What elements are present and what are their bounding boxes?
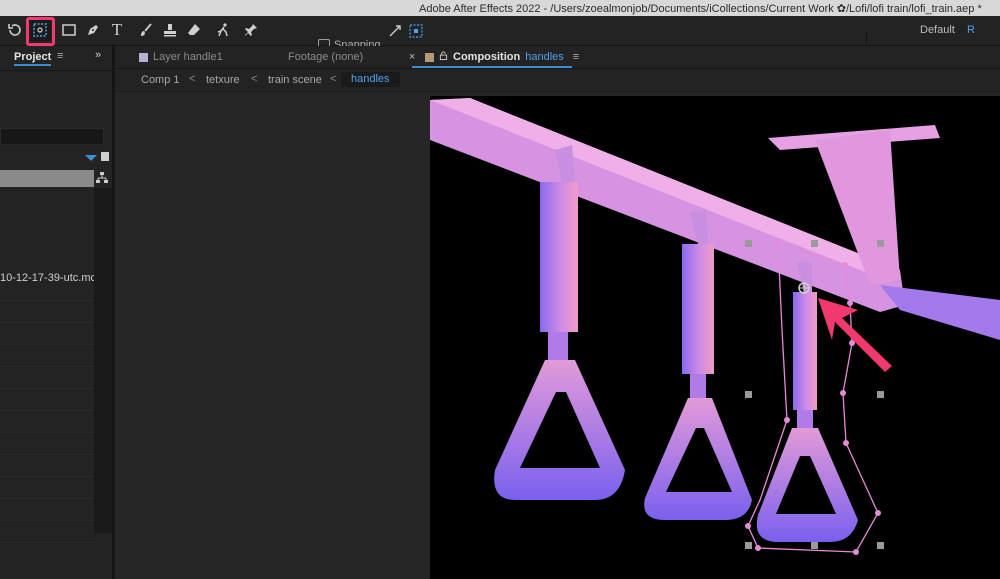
project-scrollbar[interactable] (94, 188, 112, 533)
row-divider (0, 498, 94, 499)
row-divider (0, 432, 94, 433)
title-bar: Adobe After Effects 2022 - /Users/zoealm… (0, 0, 1000, 16)
workspace-default[interactable]: Default (920, 24, 955, 36)
row-divider (0, 476, 94, 477)
pin-icon[interactable] (240, 19, 262, 41)
project-search-input[interactable] (0, 128, 104, 145)
tab-layer[interactable]: Layer handle1 (139, 51, 223, 63)
row-divider (0, 454, 94, 455)
project-panel-header: Project ≡ » (0, 46, 112, 71)
window-title: Adobe After Effects 2022 - /Users/zoealm… (419, 3, 982, 15)
row-divider (0, 542, 94, 543)
eraser-icon[interactable] (183, 19, 205, 41)
row-divider (0, 388, 94, 389)
row-divider (0, 344, 94, 345)
tab-project[interactable]: Project (14, 51, 52, 66)
brush-icon[interactable] (135, 19, 157, 41)
roto-icon[interactable] (212, 19, 234, 41)
viewer-menu-icon[interactable]: ≡ (573, 51, 579, 63)
breadcrumb-separator: < (330, 73, 337, 85)
tool-highlight-box (26, 17, 55, 46)
tab-composition-label: Composition (453, 51, 521, 63)
sort-arrow-icon[interactable] (85, 155, 97, 161)
tab-footage[interactable]: Footage (none) (288, 51, 363, 63)
tools-panel: T Snapping Default R (0, 16, 1000, 61)
expand-panels-icon[interactable]: » (95, 49, 101, 61)
close-tab-icon[interactable]: × (409, 51, 415, 63)
stamp-icon[interactable] (159, 19, 181, 41)
comp-swatch (425, 52, 434, 62)
composition-canvas[interactable] (430, 96, 1000, 579)
lock-icon[interactable] (439, 51, 448, 63)
row-divider (0, 366, 94, 367)
rectangle-icon[interactable] (58, 19, 80, 41)
pen-icon[interactable] (82, 19, 104, 41)
breadcrumb-comp1[interactable]: Comp 1 (141, 74, 180, 86)
breadcrumb-separator: < (189, 73, 196, 85)
row-divider (0, 520, 94, 521)
snap-arrows-icon[interactable] (384, 20, 406, 42)
breadcrumb-train-scene[interactable]: train scene (268, 74, 322, 86)
panel-menu-icon[interactable]: ≡ (57, 50, 63, 62)
tab-footage-label: Footage (none) (288, 51, 364, 63)
active-tab-indicator (412, 66, 572, 68)
breadcrumb: Comp 1 < tetxure < train scene < handles (115, 69, 1000, 91)
tab-composition[interactable]: Composition handles ≡ (425, 51, 579, 63)
rotate-icon[interactable] (4, 19, 26, 41)
row-divider (0, 322, 94, 323)
project-file-item[interactable]: 10-12-17-39-utc.mov (0, 272, 102, 284)
flowchart-icon[interactable] (96, 172, 108, 187)
handles-artwork (430, 98, 1000, 555)
type-icon[interactable]: T (106, 19, 128, 41)
selected-project-row[interactable] (0, 170, 94, 187)
breadcrumb-handles[interactable]: handles (341, 72, 400, 87)
breadcrumb-texture[interactable]: tetxure (206, 74, 240, 86)
tab-layer-label: Layer handle1 (153, 51, 223, 63)
row-divider (0, 410, 94, 411)
workspace-next[interactable]: R (967, 24, 975, 36)
snap-grid-icon[interactable] (405, 20, 427, 42)
row-divider (0, 300, 94, 301)
tab-composition-name: handles (525, 51, 564, 63)
layer-swatch (139, 52, 148, 62)
breadcrumb-separator: < (251, 73, 258, 85)
label-tag-icon[interactable] (101, 152, 109, 161)
